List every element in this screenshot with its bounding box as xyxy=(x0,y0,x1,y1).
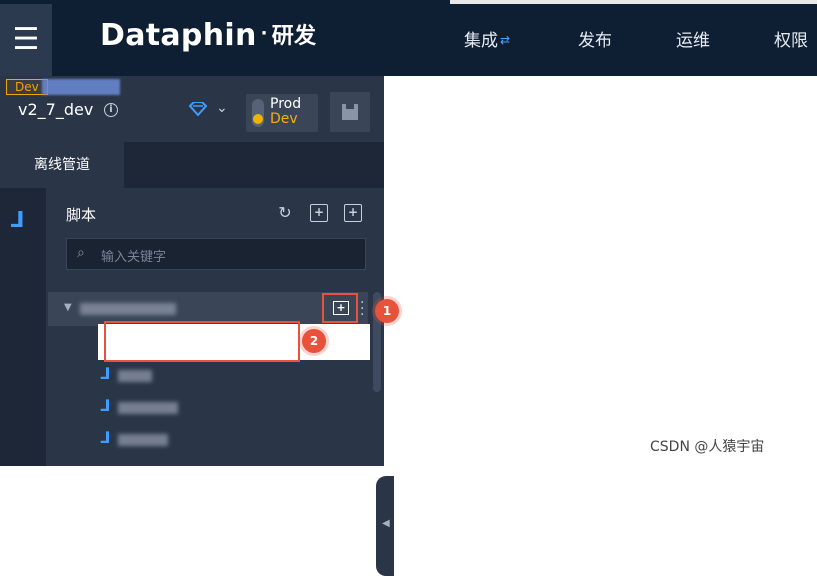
new-folder-highlight xyxy=(104,321,300,362)
brand-subtitle: 研发 xyxy=(271,24,317,49)
new-subfolder-button[interactable]: + xyxy=(322,293,358,323)
panel-title: 脚本 xyxy=(66,206,97,224)
tab-bar: 离线管道 xyxy=(0,142,384,188)
blurred-child-name xyxy=(118,402,178,414)
child-item[interactable]: ⅃ xyxy=(100,364,110,383)
env-switch[interactable]: Prod Dev xyxy=(246,94,318,132)
refresh-icon[interactable]: ↻ xyxy=(276,204,294,222)
search-placeholder: 输入关键字 xyxy=(101,250,167,265)
tab-offline-pipeline[interactable]: 离线管道 xyxy=(0,142,124,188)
project-selector[interactable]: v2_7_dev xyxy=(18,100,93,119)
brand-name: Dataphin xyxy=(100,18,257,53)
info-icon[interactable]: i xyxy=(104,103,118,117)
chevron-down-icon[interactable]: ⌄ xyxy=(216,100,228,116)
hamburger-menu-button[interactable]: ☰ xyxy=(0,4,52,76)
folder-plus-icon: + xyxy=(333,301,349,315)
nav-permissions[interactable]: 权限 xyxy=(774,26,808,51)
save-icon xyxy=(342,104,358,120)
add-file-icon[interactable]: + xyxy=(310,204,328,222)
nav-integration[interactable]: 集成 ⇄ xyxy=(464,26,510,51)
step-marker-1: 1 xyxy=(375,299,399,323)
nav-permissions-label: 权限 xyxy=(774,31,808,51)
add-folder-icon[interactable]: + xyxy=(344,204,362,222)
env-prod-label: Prod xyxy=(270,96,302,112)
top-header: ☰ Dataphin · 研发 集成 ⇄ 发布 运维 权限 xyxy=(0,0,817,76)
caret-down-icon[interactable]: ▼ xyxy=(64,302,72,313)
chevron-left-icon: ◀ xyxy=(382,518,390,529)
diamond-env-icon[interactable] xyxy=(188,102,208,116)
nav-ops[interactable]: 运维 xyxy=(676,26,710,51)
left-rail: ⅃ xyxy=(0,188,46,466)
child-item[interactable]: ⅃ xyxy=(100,428,110,447)
nav-publish-label: 发布 xyxy=(578,31,612,51)
search-icon: ⌕ xyxy=(77,245,85,261)
toggle-dot xyxy=(253,114,263,124)
child-item[interactable]: ⅃ xyxy=(100,396,110,415)
script-panel: 脚本 ↻ + + ⌕ 输入关键字 ▼ + · · · ⅃ ⅃ ⅃ ◀ xyxy=(46,188,394,576)
blurred-folder-name xyxy=(80,303,176,315)
nav-ops-label: 运维 xyxy=(676,31,710,51)
hamburger-icon: ☰ xyxy=(12,22,40,57)
sidebar: Dev v2_7_dev i ⌄ Prod Dev 离线管道 ⅃ 脚本 ↻ + … xyxy=(0,76,394,576)
pipeline-icon[interactable]: ⅃ xyxy=(10,208,24,233)
blurred-child-name xyxy=(118,370,152,382)
swap-arrows-icon: ⇄ xyxy=(500,33,511,47)
nav-integration-label: 集成 xyxy=(464,31,498,51)
env-dev-label: Dev xyxy=(270,111,298,127)
step-marker-2: 2 xyxy=(302,329,326,353)
save-button[interactable] xyxy=(330,92,370,132)
project-toolbar: Dev v2_7_dev i ⌄ Prod Dev xyxy=(0,76,384,142)
blurred-child-name xyxy=(118,434,168,446)
blurred-project-name xyxy=(42,79,120,95)
collapse-panel-button[interactable]: ◀ xyxy=(376,476,394,576)
watermark: CSDN @人猿宇宙 xyxy=(650,439,765,455)
brand-separator: · xyxy=(260,23,268,44)
nav-publish[interactable]: 发布 xyxy=(578,26,612,51)
brand-logo: Dataphin · 研发 xyxy=(100,18,316,53)
env-toggle[interactable] xyxy=(252,99,264,127)
search-input[interactable]: ⌕ 输入关键字 xyxy=(66,238,366,270)
more-icon[interactable]: · · · xyxy=(360,296,364,322)
